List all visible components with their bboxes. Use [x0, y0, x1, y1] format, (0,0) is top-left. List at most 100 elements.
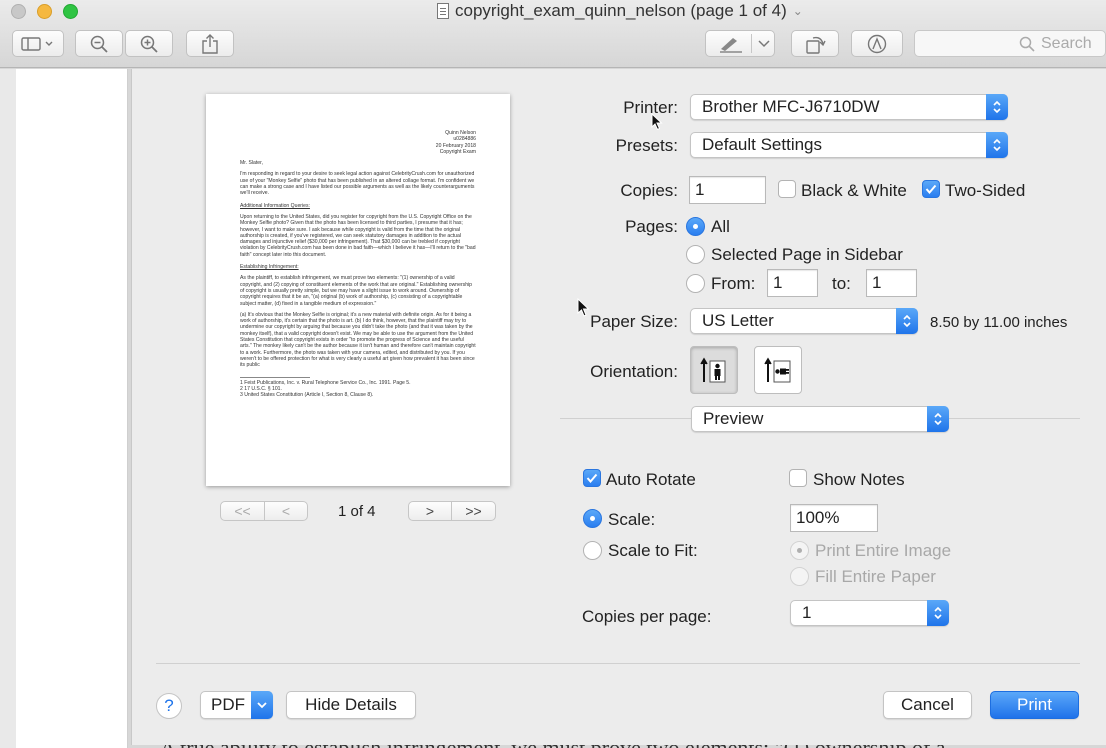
page-indicator: 1 of 4 [338, 503, 376, 520]
pages-all-label: All [711, 217, 730, 236]
auto-rotate-checkbox[interactable] [583, 469, 601, 487]
zoom-window-button[interactable] [63, 4, 78, 19]
window-title-text: copyright_exam_quinn_nelson (page 1 of 4… [455, 1, 787, 20]
print-button[interactable]: Print [990, 691, 1079, 719]
markup-icon [867, 34, 887, 53]
copies-field[interactable]: 1 [689, 176, 766, 204]
preview-paragraph: (a) It's obvious that the Monkey Selfie … [240, 311, 476, 369]
share-button[interactable] [186, 30, 234, 57]
search-icon [1019, 36, 1035, 52]
popup-arrows-icon [986, 94, 1008, 120]
orientation-label: Orientation: [590, 362, 678, 381]
fill-entire-paper-radio[interactable] [790, 567, 809, 586]
preview-footnote: 3 United States Constitution (Article I,… [240, 392, 374, 399]
popup-arrows-icon [986, 132, 1008, 158]
preview-paragraph: As the plaintiff, to establish infringem… [240, 275, 473, 307]
popup-arrows-icon [927, 600, 949, 626]
search-field[interactable]: Search [914, 30, 1106, 57]
cancel-button[interactable]: Cancel [883, 691, 972, 719]
rotate-icon [806, 36, 826, 54]
presets-popup[interactable]: Default Settings [690, 132, 1008, 158]
first-page-button[interactable]: << [220, 501, 265, 521]
pages-label: Pages: [625, 217, 678, 236]
preview-header: Quinn Nelson u0284886 20 February 2018 C… [240, 130, 476, 155]
preview-heading: Additional Information Queries: [240, 202, 310, 209]
paper-size-popup[interactable]: US Letter [690, 308, 918, 334]
cursor-arrow-icon [651, 113, 663, 131]
popup-arrows-icon [927, 406, 949, 432]
copies-per-page-popup[interactable]: 1 [790, 600, 949, 626]
zoom-in-button[interactable] [125, 30, 173, 57]
popup-arrows-icon [896, 308, 918, 334]
paper-size-value: US Letter [702, 311, 774, 330]
portrait-orientation-button[interactable] [690, 346, 738, 394]
markup-pen-button[interactable] [705, 30, 775, 57]
presets-value: Default Settings [702, 135, 823, 154]
rotate-button[interactable] [791, 30, 839, 57]
scale-to-fit-label: Scale to Fit: [608, 541, 698, 560]
pages-to-field[interactable]: 1 [866, 269, 917, 297]
window-titlebar: copyright_exam_quinn_nelson (page 1 of 4… [0, 0, 1106, 68]
preview-heading: Establishing Infringement: [240, 264, 299, 271]
cursor-arrow-icon [577, 298, 590, 317]
search-placeholder: Search [1041, 34, 1092, 52]
pages-from-field[interactable]: 1 [767, 269, 818, 297]
printer-popup[interactable]: Brother MFC-J6710DW [690, 94, 1008, 120]
printer-value: Brother MFC-J6710DW [702, 97, 880, 116]
pages-selected-label: Selected Page in Sidebar [711, 245, 903, 264]
chevron-down-icon [758, 40, 770, 48]
two-sided-checkbox[interactable] [922, 180, 940, 198]
scale-field[interactable]: 100% [790, 504, 878, 532]
pdf-menu-button[interactable]: PDF [200, 691, 273, 719]
copies-per-page-label: Copies per page: [582, 607, 712, 626]
show-notes-checkbox[interactable] [789, 469, 807, 487]
scale-radio[interactable] [583, 509, 602, 528]
print-entire-image-label: Print Entire Image [815, 541, 952, 560]
print-entire-image-radio[interactable] [790, 541, 809, 560]
preview-paragraph: I'm responding in regard to your desire … [240, 171, 475, 197]
two-sided-label: Two-Sided [945, 181, 1026, 200]
help-button[interactable]: ? [156, 693, 182, 719]
checkmark-icon [586, 473, 598, 483]
print-section-popup[interactable]: Preview [691, 406, 949, 432]
hide-details-button[interactable]: Hide Details [286, 691, 416, 719]
scale-to-fit-radio[interactable] [583, 541, 602, 560]
auto-rotate-label: Auto Rotate [606, 470, 696, 489]
zoom-out-icon [90, 35, 108, 53]
portrait-icon [700, 357, 726, 383]
landscape-orientation-button[interactable] [754, 346, 802, 394]
next-page-button[interactable]: > [408, 501, 452, 521]
last-page-button[interactable]: >> [451, 501, 496, 521]
minimize-window-button[interactable] [37, 4, 52, 19]
paper-size-dimensions: 8.50 by 11.00 inches [930, 314, 1068, 331]
checkmark-icon [925, 184, 937, 194]
pages-range-radio[interactable] [686, 274, 705, 293]
window-title[interactable]: copyright_exam_quinn_nelson (page 1 of 4… [437, 1, 803, 21]
zoom-out-button[interactable] [75, 30, 123, 57]
sidebar-toggle-button[interactable] [12, 30, 64, 57]
preview-salutation: Mr. Slater, [240, 160, 263, 167]
thumbnail-sidebar [0, 69, 128, 748]
pages-all-radio[interactable] [686, 217, 705, 236]
scale-label: Scale: [608, 510, 656, 529]
chevron-down-icon [251, 691, 273, 719]
black-white-checkbox[interactable] [778, 180, 796, 198]
close-window-button[interactable] [11, 4, 26, 19]
print-section-value: Preview [703, 409, 764, 428]
pages-from-label: From: [711, 274, 756, 293]
markup-toolbar-button[interactable] [851, 30, 903, 57]
share-icon [202, 33, 218, 54]
presets-label: Presets: [615, 136, 678, 155]
button-divider [751, 34, 752, 53]
black-white-label: Black & White [801, 181, 907, 200]
sidebar-icon [21, 36, 53, 51]
previous-page-button[interactable]: < [264, 501, 308, 521]
landscape-icon [764, 357, 791, 383]
chevron-down-icon: ⌄ [792, 4, 803, 18]
preview-paragraph: Upon returning to the United States, did… [240, 213, 476, 258]
print-preview-page: Quinn Nelson u0284886 20 February 2018 C… [206, 94, 510, 486]
pages-selected-radio[interactable] [686, 245, 705, 264]
show-notes-label: Show Notes [813, 470, 905, 489]
copies-label: Copies: [620, 181, 678, 200]
bottom-divider [156, 663, 1080, 664]
